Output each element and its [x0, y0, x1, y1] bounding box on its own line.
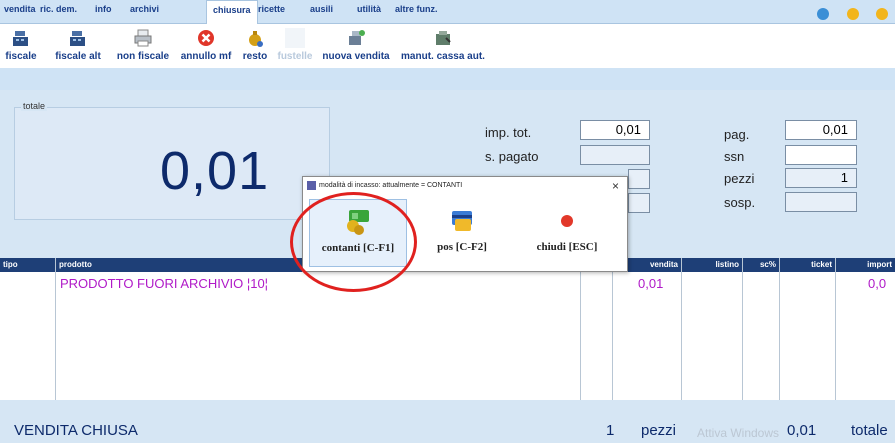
col-prodotto[interactable]: prodotto	[56, 258, 256, 272]
s-pagato-label: s. pagato	[485, 149, 539, 164]
col-tipo[interactable]: tipo	[0, 258, 55, 272]
s-pagato-field[interactable]	[580, 145, 650, 165]
non-fiscale-button[interactable]: non fiscale	[114, 28, 172, 62]
tab-chiusura[interactable]: chiusura	[206, 0, 258, 24]
pos-label: pos [C-F2]	[437, 241, 487, 253]
footer-pezzi-label: pezzi	[641, 422, 677, 439]
menu-bar: vendita ric. dem. info archivi chiusura …	[0, 0, 895, 24]
tab-ric-dem[interactable]: ric. dem.	[40, 0, 77, 21]
col-divider	[681, 258, 682, 400]
row-importo[interactable]: 0,0	[868, 276, 886, 291]
row-prodotto[interactable]: PRODOTTO FUORI ARCHIVIO ¦10¦	[60, 276, 268, 291]
col-importo[interactable]: import	[836, 258, 895, 272]
nuova-vendita-label: nuova vendita	[322, 51, 390, 62]
tab-info[interactable]: info	[95, 0, 112, 21]
manut-cassa-button[interactable]: manut. cassa aut.	[398, 28, 488, 62]
fustelle-icon	[285, 28, 305, 48]
cancel-icon	[198, 30, 214, 46]
fiscale-label: fiscale	[5, 51, 37, 62]
col-divider	[779, 258, 780, 400]
chiudi-button[interactable]: chiudi [ESC]	[517, 199, 617, 267]
non-fiscale-label: non fiscale	[116, 51, 170, 62]
sosp-field[interactable]	[785, 192, 857, 212]
tab-archivi[interactable]: archivi	[130, 0, 159, 21]
tab-ausili[interactable]: ausili	[310, 0, 333, 21]
chiudi-label: chiudi [ESC]	[536, 241, 598, 253]
annullo-mf-button[interactable]: annullo mf	[178, 28, 234, 62]
total-label: totale	[21, 101, 48, 111]
pag-label: pag.	[724, 127, 750, 142]
activation-watermark: Attiva Windows	[697, 426, 780, 440]
annullo-mf-label: annullo mf	[180, 51, 232, 62]
credit-card-icon	[452, 211, 472, 231]
fiscale-alt-button[interactable]: fiscale alt	[50, 28, 106, 62]
footer-total-value: 0,01	[787, 422, 817, 439]
status-text: VENDITA CHIUSA	[14, 422, 138, 439]
highlight-circle	[290, 192, 417, 292]
pezzi-label: pezzi	[724, 171, 755, 186]
col-divider	[742, 258, 743, 400]
resto-label: resto	[242, 51, 268, 62]
tab-ricette[interactable]: ricette	[258, 0, 285, 21]
app-icon	[307, 181, 316, 190]
nuova-vendita-button[interactable]: nuova vendita	[318, 28, 394, 62]
pag-field[interactable]: 0,01	[785, 120, 857, 140]
stop-icon	[561, 215, 573, 227]
col-divider	[55, 258, 56, 400]
fiscale-button[interactable]: fiscale	[2, 28, 40, 62]
ssn-label: ssn	[724, 149, 745, 164]
maintenance-icon	[436, 31, 451, 45]
money-bag-icon	[249, 31, 263, 47]
maximize-icon[interactable]	[847, 8, 859, 20]
ssn-field[interactable]	[785, 145, 857, 165]
col-divider	[580, 258, 581, 400]
total-value: 0,01	[160, 141, 270, 201]
hidden-field-2[interactable]	[628, 193, 650, 213]
footer-total-label: totale	[851, 422, 888, 439]
sosp-label: sosp.	[724, 195, 756, 210]
fustelle-label: fustelle	[277, 51, 313, 62]
tab-utilita[interactable]: utilità	[357, 0, 381, 21]
footer-count: 1	[606, 422, 615, 439]
col-divider	[612, 258, 613, 400]
col-sc[interactable]: sc%	[743, 258, 779, 272]
hidden-field-1[interactable]	[628, 169, 650, 189]
imp-tot-label: imp. tot.	[485, 125, 532, 140]
tab-altre-funz[interactable]: altre funz.	[395, 0, 438, 21]
manut-cassa-label: manut. cassa aut.	[401, 51, 485, 62]
minimize-icon[interactable]	[817, 8, 829, 20]
product-table	[0, 272, 895, 400]
close-window-icon[interactable]	[876, 8, 888, 20]
dialog-close-button[interactable]: ×	[612, 177, 619, 195]
imp-tot-field[interactable]: 0,01	[580, 120, 650, 140]
pezzi-field[interactable]: 1	[785, 168, 857, 188]
cash-register-icon	[13, 31, 28, 46]
col-divider	[835, 258, 836, 400]
pos-button[interactable]: pos [C-F2]	[413, 199, 511, 267]
col-ticket[interactable]: ticket	[780, 258, 835, 272]
toolbar: fiscale fiscale alt non fiscale annullo …	[0, 24, 895, 68]
separator-bar	[0, 68, 895, 90]
tab-vendita[interactable]: vendita	[4, 0, 36, 21]
printer-icon	[134, 29, 152, 47]
col-listino[interactable]: listino	[682, 258, 742, 272]
fiscale-alt-label: fiscale alt	[55, 51, 101, 62]
dialog-title: modalità di incasso: attualmente = CONTA…	[319, 182, 463, 189]
cash-register-icon	[70, 31, 85, 46]
row-vendita[interactable]: 0,01	[638, 276, 663, 291]
new-sale-icon	[349, 30, 365, 45]
fustelle-button[interactable]: fustelle	[276, 28, 314, 62]
resto-button[interactable]: resto	[238, 28, 272, 62]
